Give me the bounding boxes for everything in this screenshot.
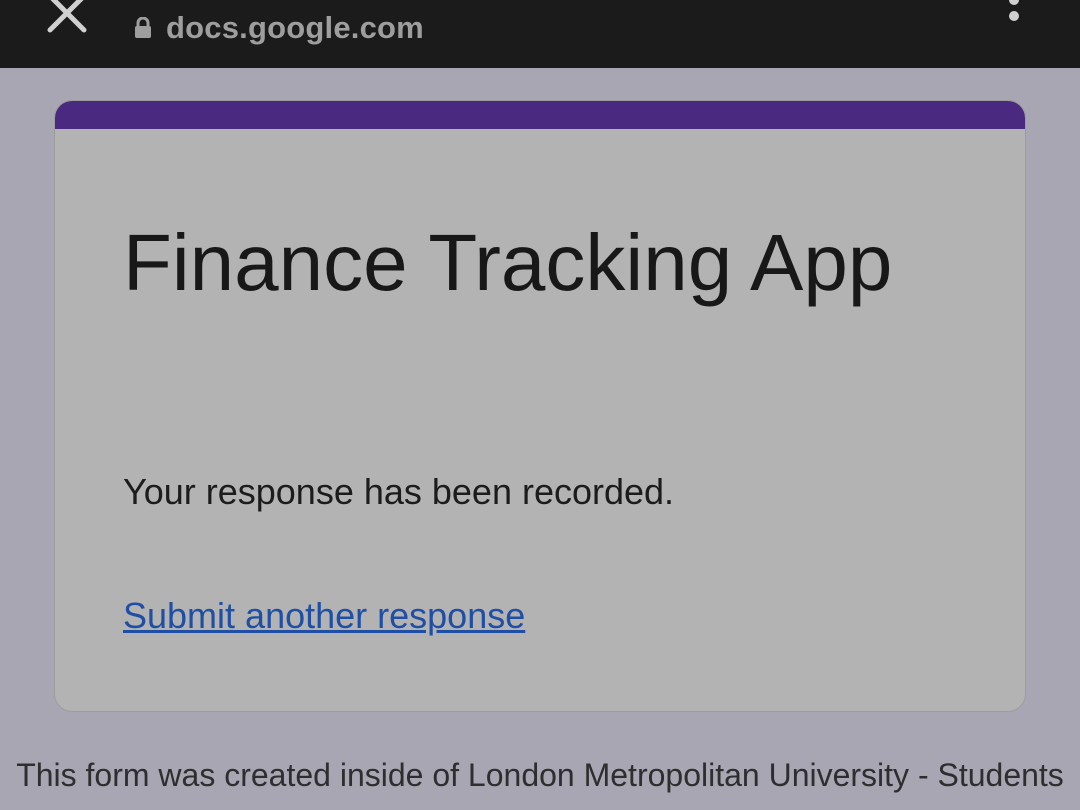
form-title: Finance Tracking App bbox=[123, 218, 893, 307]
lock-icon bbox=[135, 17, 151, 38]
submit-another-response-link[interactable]: Submit another response bbox=[123, 595, 525, 637]
form-card: Finance Tracking App Your response has b… bbox=[54, 100, 1026, 712]
footer-note: This form was created inside of London M… bbox=[16, 757, 1064, 793]
more-vertical-icon[interactable] bbox=[1000, 0, 1028, 30]
confirmation-message: Your response has been recorded. bbox=[123, 471, 675, 512]
browser-toolbar: docs.google.com bbox=[0, 0, 1080, 68]
close-icon[interactable] bbox=[44, 0, 90, 36]
address-bar[interactable]: docs.google.com bbox=[134, 8, 424, 48]
url-text: docs.google.com bbox=[166, 10, 424, 45]
card-accent-bar bbox=[55, 101, 1025, 129]
